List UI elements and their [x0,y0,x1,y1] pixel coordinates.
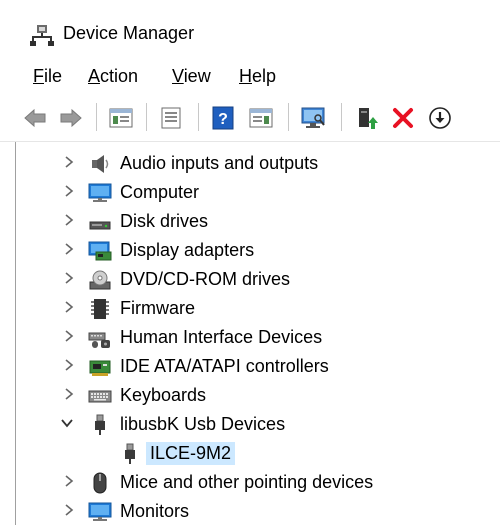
tree-item-label: ILCE-9M2 [146,442,236,465]
hid-icon [88,332,110,348]
dvd-drive-icon [89,270,111,290]
toolbar-separator [96,103,97,131]
menu-help-mnemonic: H [239,66,252,86]
usb-plug-icon [125,443,135,464]
tree-item-label: Computer [120,182,200,202]
toolbar-separator [288,103,289,131]
tree-item-label: Display adapters [120,240,255,260]
tree-item-computer[interactable]: Computer [16,178,500,207]
menu-view-mnemonic: V [172,66,184,86]
menu-file[interactable]: File [31,66,64,87]
tree-item-display-adapters[interactable]: Display adapters [16,236,500,265]
display-adapter-icon [88,241,112,261]
tree-item-keyboards[interactable]: Keyboards [16,381,500,410]
tree-item-label: Keyboards [120,385,207,405]
uninstall-device-icon[interactable] [390,105,416,131]
tree-item-libusbk-usb-devices[interactable]: libusbK Usb Devices [16,410,500,439]
chevron-right-icon[interactable] [62,242,76,256]
chevron-right-icon[interactable] [62,271,76,285]
usb-plug-icon [95,414,105,435]
mouse-icon [93,472,107,494]
chevron-right-icon[interactable] [62,387,76,401]
menu-action-mnemonic: A [88,66,101,86]
tree-item-ide-ata-atapi-controllers[interactable]: IDE ATA/ATAPI controllers [16,352,500,381]
tree-item-audio-inputs-and-outputs[interactable]: Audio inputs and outputs [16,149,500,178]
menu-file-mnemonic: F [33,66,44,86]
properties-icon[interactable] [158,105,184,131]
speaker-icon [92,155,109,173]
scan-for-hardware-changes-icon[interactable] [300,105,326,131]
toolbar-separator [198,103,199,131]
toolbar-separator [341,103,342,131]
tree-item-firmware[interactable]: Firmware [16,294,500,323]
toolbar: ? [0,97,500,142]
download-icon[interactable] [427,105,453,131]
menu-bar: File Action View Help [0,62,500,94]
monitor-icon [88,183,112,202]
chevron-right-icon[interactable] [62,474,76,488]
tree-item-label: Firmware [120,298,195,318]
action-pane-icon[interactable] [248,105,274,131]
menu-action[interactable]: Action [86,66,140,87]
tree-item-label: IDE ATA/ATAPI controllers [120,356,329,376]
monitor-icon [88,502,112,521]
disk-drive-icon [89,221,111,230]
chevron-right-icon[interactable] [62,329,76,343]
chevron-right-icon[interactable] [62,503,76,517]
device-manager-icon [30,25,54,46]
help-icon[interactable]: ? [210,105,236,131]
window-title: Device Manager [63,23,195,43]
tree-item-disk-drives[interactable]: Disk drives [16,207,500,236]
device-tree[interactable]: Audio inputs and outputs Computer Disk d… [15,142,500,525]
back-icon[interactable] [22,105,48,131]
menu-help-label: elp [252,66,277,86]
menu-file-label: ile [44,66,63,86]
chevron-right-icon[interactable] [62,184,76,198]
tree-item-human-interface-devices[interactable]: Human Interface Devices [16,323,500,352]
tree-item-label: Disk drives [120,211,209,231]
keyboard-icon [88,390,112,403]
tree-item-label: Mice and other pointing devices [120,472,374,492]
tree-item-dvd-cd-rom-drives[interactable]: DVD/CD-ROM drives [16,265,500,294]
chevron-right-icon[interactable] [62,213,76,227]
tree-item-label: Monitors [120,501,190,521]
tree-item-label: Human Interface Devices [120,327,323,347]
chip-icon [91,299,109,319]
title-bar: Device Manager [0,0,500,60]
tree-item-label: DVD/CD-ROM drives [120,269,291,289]
menu-view-label: iew [183,66,211,86]
tree-item-monitors[interactable]: Monitors [16,497,500,526]
chevron-right-icon[interactable] [62,155,76,169]
show-hide-console-tree-icon[interactable] [108,105,134,131]
menu-help[interactable]: Help [237,66,278,87]
toolbar-separator [146,103,147,131]
svg-text:?: ? [218,111,228,128]
chevron-down-icon[interactable] [60,416,74,430]
tree-item-ilce-9m2[interactable]: ILCE-9M2 [16,439,500,468]
forward-icon[interactable] [58,105,84,131]
chevron-right-icon[interactable] [62,300,76,314]
update-driver-icon[interactable] [354,105,380,131]
tree-item-label: Audio inputs and outputs [120,153,319,173]
menu-view[interactable]: View [170,66,213,87]
menu-action-label: ction [100,66,139,86]
chevron-right-icon[interactable] [62,358,76,372]
tree-item-mice-and-other-pointing-devices[interactable]: Mice and other pointing devices [16,468,500,497]
tree-item-label: libusbK Usb Devices [120,414,286,434]
ide-controller-icon [89,360,111,376]
